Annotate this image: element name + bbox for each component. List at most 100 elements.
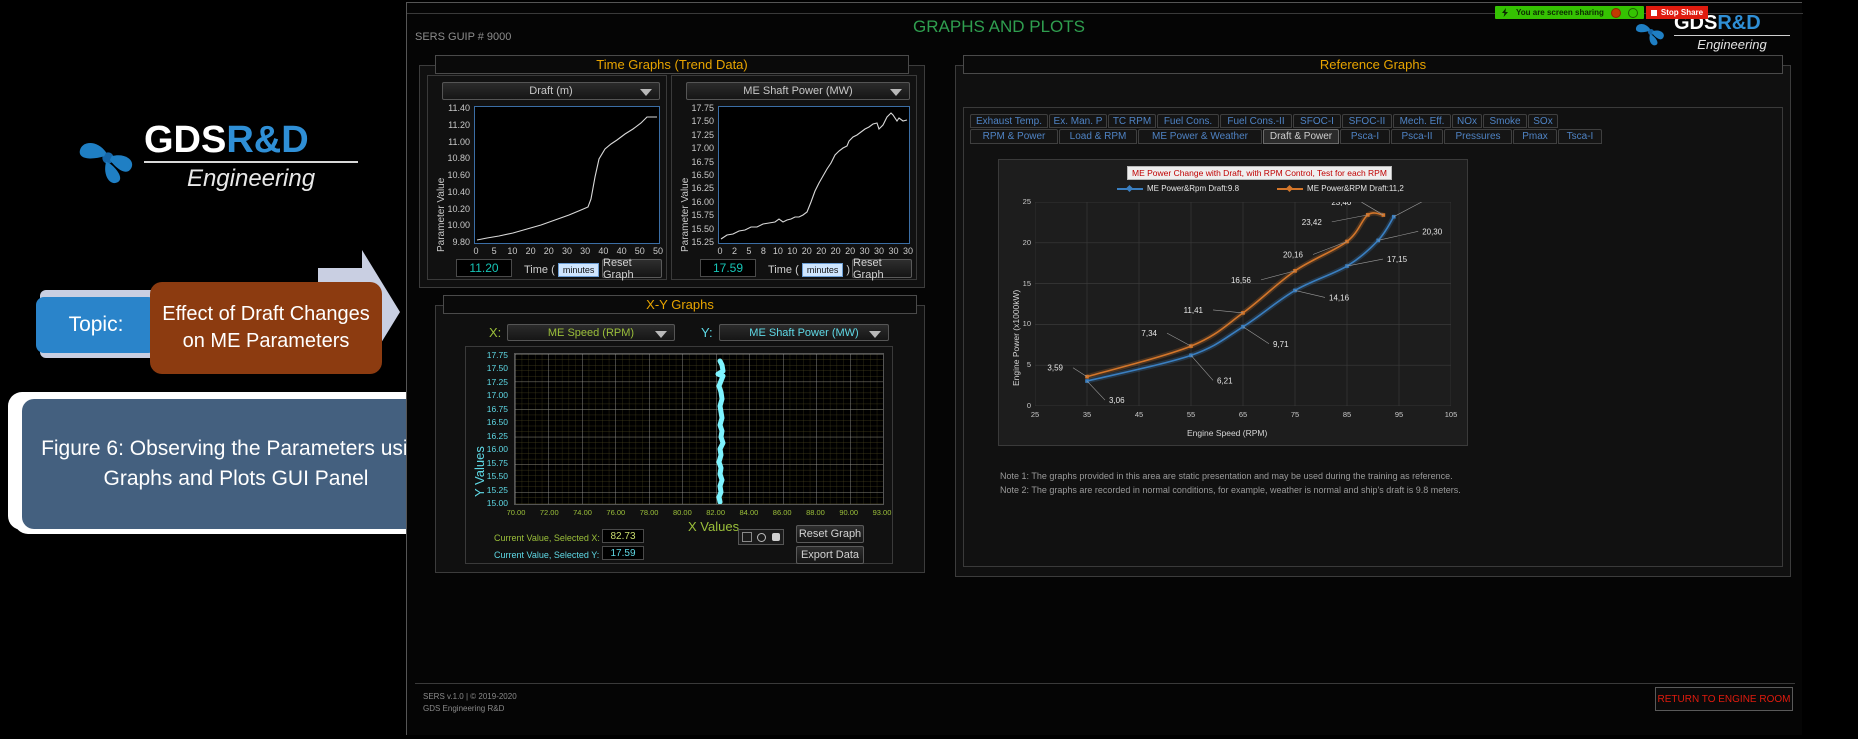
return-to-engine-room-button[interactable]: RETURN TO ENGINE ROOM [1655,687,1793,711]
me-power-reset-graph-button[interactable]: Reset Graph [852,259,912,278]
x-tick-label: 74.00 [569,508,597,517]
reference-tab-tsca-i[interactable]: Tsca-I [1558,129,1602,144]
draft-reset-graph-button[interactable]: Reset Graph [602,259,662,278]
xy-selected-x-value[interactable]: 82.73 [602,529,644,543]
xy-x-label: X: [489,325,501,340]
me-power-y-axis-label: Parameter Value [680,178,691,252]
reference-tab-sfoc-i[interactable]: SFOC-I [1293,114,1341,128]
y-tick-label: 16.50 [691,170,714,180]
figure-caption: Figure 6: Observing the Parameters using… [22,399,450,529]
draft-trend-line [475,107,659,243]
topic-value: Effect of Draft Changes on ME Parameters [150,282,382,374]
xy-plot-area [514,353,884,505]
y-tick-label: 17.25 [487,377,508,387]
y-tick-label: 10.00 [447,220,470,230]
reference-tab-rpm-power[interactable]: RPM & Power [970,129,1058,144]
reference-tabs-row-1: Exhaust Temp.Ex. Man. PTC RPMFuel Cons.F… [970,114,1778,128]
reference-note-2: Note 2: The graphs are recorded in norma… [1000,484,1740,497]
x-tick-label: 20 [539,246,559,256]
reference-tab-exhaust-temp[interactable]: Exhaust Temp. [970,114,1048,128]
reference-x-tick: 45 [1131,410,1147,419]
bolt-icon [1501,8,1509,17]
cursor-move-icon[interactable] [742,532,752,542]
me-power-time-unit[interactable]: minutes [802,263,844,277]
reference-chart-title: ME Power Change with Draft, with RPM Con… [1127,166,1392,180]
me-power-parameter-select[interactable]: ME Shaft Power (MW) [686,82,910,100]
corp-logo-divider [1674,35,1790,36]
x-tick-label: 90.00 [835,508,863,517]
logo-engineering-text: Engineering [144,165,358,193]
reference-note-1: Note 1: The graphs provided in this area… [1000,470,1740,483]
legend-label: ME Power&Rpm Draft:9.8 [1147,184,1239,193]
reference-tab-sox[interactable]: SOx [1528,114,1558,128]
reference-tab-pmax[interactable]: Pmax [1513,129,1557,144]
xy-y-select[interactable]: ME Shaft Power (MW) [719,324,889,341]
xy-y-select-value: ME Shaft Power (MW) [749,327,858,339]
data-label: 23,20 [1434,202,1451,203]
reference-tab-fuel-cons[interactable]: Fuel Cons. [1157,114,1219,128]
xy-reset-graph-button[interactable]: Reset Graph [796,525,864,543]
reference-x-tick: 55 [1183,410,1199,419]
reference-tab-pressures[interactable]: Pressures [1444,129,1512,144]
reference-tab-draft-power[interactable]: Draft & Power [1263,129,1339,144]
footer-text: SERS v.1.0 | © 2019-2020 GDS Engineering… [423,691,517,715]
me-power-current-value[interactable]: 17.59 [700,259,756,277]
me-power-time-graph: ME Shaft Power (MW) Parameter Value 17.7… [671,75,917,280]
y-tick-label: 17.00 [691,143,714,153]
xy-x-select[interactable]: ME Speed (RPM) [507,324,675,341]
reference-x-tick: 75 [1287,410,1303,419]
reference-chart-x-axis-label: Engine Speed (RPM) [1187,428,1267,438]
reference-tab-tc-rpm[interactable]: TC RPM [1108,114,1156,128]
reference-y-tick: 5 [1017,360,1031,369]
xy-x-select-value: ME Speed (RPM) [548,327,634,339]
y-tick-label: 16.25 [487,431,508,441]
me-power-plot-area [718,106,910,244]
y-tick-label: 16.75 [487,404,508,414]
zoom-icon[interactable] [757,533,766,542]
pan-hand-icon[interactable] [772,533,780,541]
data-label: 11,41 [1184,306,1204,315]
reference-tab-fuel-cons-ii[interactable]: Fuel Cons.-II [1220,114,1292,128]
y-tick-label: 16.00 [487,444,508,454]
data-label: 7,34 [1141,329,1157,338]
xy-y-label: Y: [701,325,713,340]
legend-item: ME Power&Rpm Draft:9.8 [1117,184,1239,193]
x-tick-label: 40 [612,246,632,256]
y-tick-label: 17.50 [487,363,508,373]
reference-tabs-row-2: RPM & PowerLoad & RPMME Power & WeatherD… [970,129,1778,144]
reference-tab-nox[interactable]: NOx [1452,114,1482,128]
x-tick-label: 30 [557,246,577,256]
reference-tab-smoke[interactable]: Smoke [1483,114,1527,128]
xy-selected-y-value[interactable]: 17.59 [602,546,644,560]
stop-share-button[interactable]: Stop Share [1646,6,1708,19]
x-tick-label: 50 [630,246,650,256]
xy-export-data-button[interactable]: Export Data [796,546,864,564]
reference-tab-sfoc-ii[interactable]: SFOC-II [1342,114,1392,128]
data-label: 23,42 [1302,218,1323,227]
reference-tab-ex-man-p[interactable]: Ex. Man. P [1049,114,1107,128]
graph-tools-palette[interactable] [738,529,784,545]
y-tick-label: 11.00 [448,137,470,147]
y-tick-label: 15.50 [487,471,508,481]
reference-tab-me-power-weather[interactable]: ME Power & Weather [1138,129,1262,144]
reference-x-tick: 25 [1027,410,1043,419]
reference-tab-container: Exhaust Temp.Ex. Man. PTC RPMFuel Cons.F… [963,107,1783,567]
legend-swatch [1277,188,1303,190]
y-tick-label: 15.75 [487,458,508,468]
reference-y-tick: 15 [1017,279,1031,288]
reference-tab-psca-ii[interactable]: Psca-II [1391,129,1443,144]
draft-time-unit[interactable]: minutes [558,263,600,277]
draft-parameter-select[interactable]: Draft (m) [442,82,660,100]
reference-tab-psca-i[interactable]: Psca-I [1340,129,1390,144]
reference-y-tick: 10 [1017,319,1031,328]
data-label: 14,16 [1329,293,1350,302]
data-label: 17,15 [1387,255,1408,264]
reference-tab-load-rpm[interactable]: Load & RPM [1059,129,1137,144]
x-tick-label: 80.00 [668,508,696,517]
record-indicator-icon [1611,8,1621,18]
x-tick-label: 93.00 [868,508,896,517]
data-label: 20,30 [1422,227,1443,236]
reference-tab-mech-eff[interactable]: Mech. Eff. [1393,114,1451,128]
draft-current-value[interactable]: 11.20 [456,259,512,277]
y-tick-label: 15.50 [691,224,714,234]
